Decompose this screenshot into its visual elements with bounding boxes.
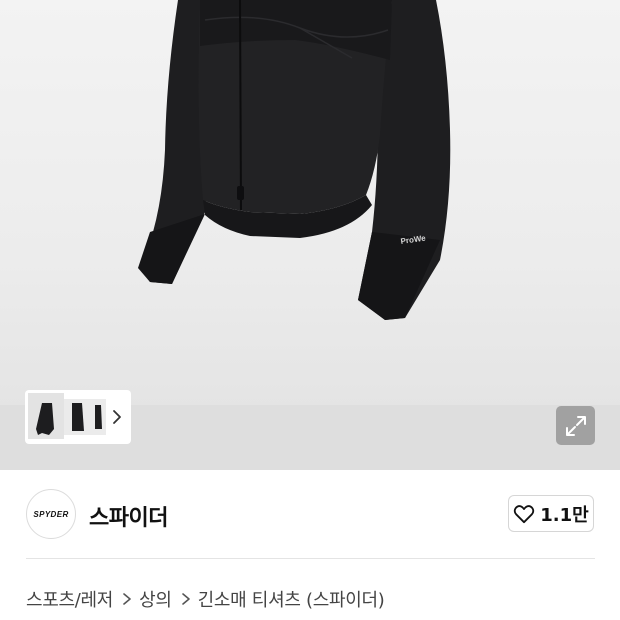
brand-row: SPYDER 스파이더 1.1만 — [0, 470, 620, 560]
thumbnail-strip[interactable] — [25, 390, 131, 444]
expand-arrows-icon — [565, 415, 586, 436]
brand-name[interactable]: 스파이더 — [89, 500, 168, 532]
brand-logo[interactable]: SPYDER — [26, 489, 76, 539]
brand-logo-mark: SPYDER — [33, 510, 68, 519]
like-count: 1.1만 — [540, 504, 589, 526]
breadcrumb-item-sports-leisure[interactable]: 스포츠/레저 — [26, 586, 113, 612]
chevron-right-icon — [123, 593, 131, 605]
heart-icon — [514, 504, 535, 523]
breadcrumb-item-tops[interactable]: 상의 — [139, 586, 172, 612]
chevron-right-icon[interactable] — [110, 408, 124, 426]
brand-logo-text: SPYDER — [33, 510, 68, 519]
chevron-right-icon — [181, 593, 190, 605]
breadcrumb: 스포츠/레저 상의 긴소매 티셔츠 (스파이더) — [26, 586, 385, 612]
product-image-area[interactable]: ProWe — [0, 0, 620, 470]
breadcrumb-item-long-sleeve-tshirts[interactable]: 긴소매 티셔츠 (스파이더) — [198, 586, 385, 612]
like-button[interactable]: 1.1만 — [508, 495, 594, 532]
expand-image-button[interactable] — [556, 406, 595, 445]
divider — [26, 558, 595, 559]
